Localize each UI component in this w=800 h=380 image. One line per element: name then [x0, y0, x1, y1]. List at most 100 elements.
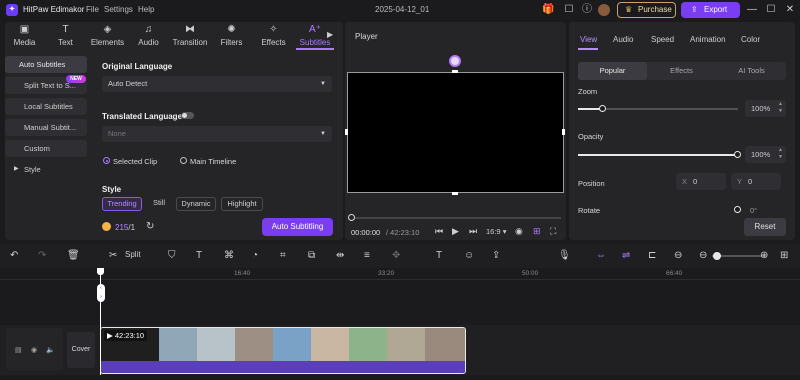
- refresh-icon[interactable]: ↻: [146, 221, 154, 232]
- ai-icon[interactable]: ⌘: [224, 249, 234, 262]
- transform-icon[interactable]: ✥: [392, 249, 400, 262]
- translated-language-dropdown[interactable]: None ▼: [102, 126, 332, 142]
- radio-main-timeline[interactable]: [180, 157, 187, 164]
- split-label[interactable]: Split: [125, 250, 141, 259]
- zoom-in-icon[interactable]: ⊕: [760, 249, 768, 262]
- microphone-icon[interactable]: 🎙: [558, 249, 571, 262]
- radio-selected-clip[interactable]: [103, 157, 110, 164]
- tab-color[interactable]: Color: [741, 35, 760, 44]
- original-language-dropdown[interactable]: Auto Detect ▼: [102, 76, 332, 92]
- stepper-icon[interactable]: ▲ ▼: [778, 101, 783, 115]
- text-box-icon[interactable]: T: [196, 249, 202, 262]
- position-y-field[interactable]: Y0: [731, 173, 781, 190]
- fit-icon[interactable]: ⊞: [780, 249, 788, 262]
- prev-frame-icon[interactable]: ⏮: [435, 226, 443, 237]
- menu-settings[interactable]: Settings: [104, 5, 133, 14]
- resize-handle-left[interactable]: [345, 129, 348, 135]
- scrubber-knob[interactable]: [348, 214, 355, 221]
- scissors-icon[interactable]: ✂: [109, 249, 117, 262]
- grid-icon[interactable]: ⊞: [533, 226, 541, 237]
- undo-icon[interactable]: ↶: [10, 249, 18, 262]
- zoom-slider-knob[interactable]: [599, 105, 606, 112]
- auto-subtitling-button[interactable]: Auto Subtitling: [262, 218, 333, 236]
- aspect-ratio-select[interactable]: 16:9 ▾: [486, 227, 506, 236]
- menu-help[interactable]: Help: [138, 5, 154, 14]
- tab-transition[interactable]: ⧓ Transition: [171, 24, 209, 50]
- playhead-top[interactable]: [97, 268, 104, 275]
- info-icon[interactable]: ⓘ: [581, 4, 593, 16]
- marker-icon[interactable]: ⊖: [674, 249, 682, 262]
- style-chip-trending[interactable]: Trending: [102, 197, 142, 211]
- resize-handle-bottom[interactable]: [452, 192, 458, 195]
- sidebar-item-auto-subtitles[interactable]: Auto Subtitles: [5, 56, 87, 73]
- tab-animation[interactable]: Animation: [690, 35, 726, 44]
- caption-icon[interactable]: T: [436, 249, 442, 262]
- rotate-knob[interactable]: [734, 206, 741, 213]
- track-icon[interactable]: ⊏: [648, 249, 656, 262]
- shield-icon[interactable]: ⛉: [168, 249, 176, 262]
- tab-text[interactable]: T Text: [47, 24, 84, 50]
- fullscreen-icon[interactable]: ⛶: [550, 226, 556, 237]
- resize-handle-top[interactable]: [452, 70, 458, 73]
- track-settings-icon[interactable]: ▤: [15, 346, 22, 354]
- eye-icon[interactable]: ◉: [31, 346, 37, 354]
- play-icon[interactable]: ▶: [452, 226, 459, 237]
- video-preview[interactable]: [347, 72, 564, 193]
- subtab-ai-tools[interactable]: AI Tools: [717, 62, 786, 80]
- reset-button[interactable]: Reset: [744, 218, 786, 236]
- face-icon[interactable]: ☺: [464, 249, 474, 262]
- zoom-out-icon[interactable]: ⊖: [699, 249, 707, 262]
- style-chip-still[interactable]: Still: [147, 197, 171, 211]
- tab-elements[interactable]: ◈ Elements: [89, 24, 126, 50]
- link-icon[interactable]: ⇌: [622, 249, 630, 262]
- crop-icon[interactable]: ⌗: [280, 249, 286, 262]
- sidebar-item-style[interactable]: ▶ Style: [5, 161, 87, 178]
- timeline-zoom-knob[interactable]: [713, 252, 721, 260]
- position-x-field[interactable]: X0: [676, 173, 726, 190]
- menu-file[interactable]: File: [86, 5, 99, 14]
- sidebar-item-local-subtitles[interactable]: Local Subtitles: [5, 98, 87, 115]
- style-chip-dynamic[interactable]: Dynamic: [176, 197, 216, 211]
- tab-audio[interactable]: ♫ Audio: [130, 24, 167, 50]
- freeze-icon[interactable]: ⧉: [308, 249, 315, 262]
- opacity-value-field[interactable]: 100% ▲ ▼: [745, 146, 786, 163]
- style-chip-highlight[interactable]: Highlight: [221, 197, 263, 211]
- purchase-button[interactable]: ♛ Purchase: [617, 2, 676, 18]
- minimize-icon[interactable]: —: [745, 3, 759, 17]
- sidebar-item-custom[interactable]: Custom: [5, 140, 87, 157]
- translate-toggle[interactable]: [181, 112, 194, 119]
- opacity-slider-knob[interactable]: [734, 151, 741, 158]
- delete-icon[interactable]: 🗑: [67, 249, 80, 262]
- tab-filters[interactable]: ✺ Filters: [213, 24, 250, 50]
- speed-icon[interactable]: ◔: [252, 249, 258, 262]
- snap-icon[interactable]: ⇔: [596, 249, 606, 262]
- rotate-handle-icon[interactable]: [449, 55, 461, 67]
- tab-effects[interactable]: ✧ Effects: [255, 24, 292, 50]
- tabs-more-arrow-icon[interactable]: ▶: [327, 30, 333, 39]
- subtab-popular[interactable]: Popular: [578, 62, 647, 80]
- mute-icon[interactable]: 🔈: [46, 346, 55, 354]
- export-clip-icon[interactable]: ⇪: [492, 249, 500, 262]
- stepper-icon[interactable]: ▲ ▼: [778, 147, 783, 161]
- redo-icon[interactable]: ↷: [38, 249, 46, 262]
- resize-handle-right[interactable]: [562, 129, 565, 135]
- feedback-icon[interactable]: ☐: [563, 4, 575, 16]
- gift-icon[interactable]: 🎁: [542, 4, 554, 16]
- avatar[interactable]: [598, 4, 610, 16]
- playback-scrubber[interactable]: [351, 217, 561, 219]
- cover-button[interactable]: Cover: [67, 332, 95, 368]
- tab-speed[interactable]: Speed: [651, 35, 674, 44]
- next-frame-icon[interactable]: ⏭: [469, 226, 477, 237]
- maximize-icon[interactable]: ☐: [764, 3, 778, 17]
- sidebar-item-manual-subtitles[interactable]: Manual Subtit...: [5, 119, 87, 136]
- tab-view[interactable]: View: [580, 35, 597, 44]
- video-clip[interactable]: ▶ 42:23:10: [100, 327, 466, 374]
- export-button[interactable]: ⇪ Export: [681, 2, 740, 18]
- playhead-knob[interactable]: ‹ ›: [97, 284, 105, 302]
- zoom-value-field[interactable]: 100% ▲ ▼: [745, 100, 786, 117]
- close-icon[interactable]: ✕: [783, 3, 797, 17]
- subtab-effects[interactable]: Effects: [647, 62, 716, 80]
- snapshot-icon[interactable]: ◉: [515, 226, 523, 237]
- tab-media[interactable]: ▣ Media: [6, 24, 43, 50]
- mirror-icon[interactable]: ⇹: [336, 249, 344, 262]
